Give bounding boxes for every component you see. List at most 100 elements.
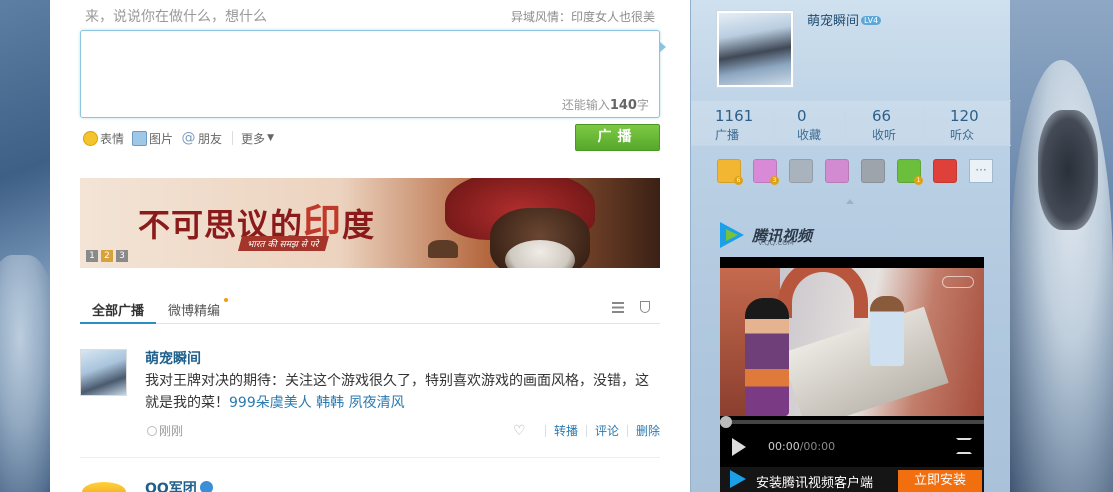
background-right [1010, 0, 1113, 492]
app-game-icon[interactable]: 6 [717, 159, 743, 185]
banner-page-2[interactable]: 2 [101, 250, 113, 262]
video-woman [745, 298, 789, 416]
counter-suffix: 字 [636, 98, 649, 112]
friend-label: 朋友 [198, 131, 223, 146]
action-divider [544, 424, 546, 437]
level-badge[interactable]: LV4 [861, 16, 882, 25]
tencent-video-logo[interactable]: 腾讯视频 V.QQ.COM [718, 221, 812, 249]
post-meta: 刚刚 ♡ 转播 评论 删除 [145, 422, 660, 440]
trending-topic-link[interactable]: 异域风情：印度女人也很美 [511, 8, 655, 25]
app-star-icon[interactable] [933, 159, 957, 183]
stat-broadcasts[interactable]: 1161 广播 [715, 107, 775, 143]
profile-stats: 1161 广播 0 收藏 66 收听 120 听众 [691, 100, 1011, 146]
profile-sidebar: 萌宠瞬间 LV4 1161 广播 0 收藏 66 收听 120 听众 6 3 1 ···… [690, 0, 1011, 492]
emoji-button[interactable]: 表情 [83, 130, 124, 147]
stat-divider [845, 109, 846, 139]
app-music-icon[interactable] [861, 159, 885, 183]
image-label: 图片 [149, 131, 174, 146]
app-chat-icon[interactable]: 1 [897, 159, 923, 185]
compose-header: 来，说说你在做什么，想什么 异域风情：印度女人也很美 [85, 6, 660, 26]
avatar[interactable] [82, 482, 126, 492]
seek-handle[interactable] [720, 416, 732, 428]
stat-label: 广播 [715, 128, 740, 142]
promo-banner[interactable]: 不可思议的印度 भारत की समझ से परे 1 2 3 [80, 178, 660, 268]
filter-icon[interactable] [640, 301, 650, 313]
app-mail-icon[interactable]: 3 [753, 159, 779, 185]
list-view-icon[interactable] [612, 302, 624, 313]
stat-divider [924, 109, 925, 139]
comment-button[interactable]: 评论 [595, 422, 619, 439]
time-current: 00:00 [768, 440, 800, 453]
banner-title-part: 度 [342, 206, 376, 244]
avatar[interactable] [80, 349, 127, 396]
video-player[interactable]: 00:00/00:00 安装腾讯视频客户端 立即安装 [720, 257, 984, 492]
video-frame[interactable] [720, 268, 984, 416]
heart-icon[interactable]: ♡ [513, 424, 527, 438]
counter-prefix: 还能输入 [561, 98, 610, 112]
install-now-button[interactable]: 立即安装 [898, 470, 982, 492]
emoji-label: 表情 [100, 131, 125, 146]
stat-number: 0 [797, 107, 807, 125]
tencent-video-url: V.QQ.COM [758, 239, 794, 247]
play-icon[interactable] [732, 438, 746, 456]
stat-number: 1161 [715, 107, 754, 125]
mention-friend-button[interactable]: @ 朋友 [181, 129, 223, 147]
compose-toolbar: 表情 图片 @ 朋友 更多 ▼ [83, 129, 282, 147]
stat-favorites[interactable]: 0 收藏 [797, 107, 857, 143]
broadcast-button[interactable]: 广播 [575, 124, 660, 151]
counter-value: 140 [609, 98, 637, 113]
fullscreen-icon[interactable] [956, 438, 972, 454]
video-man [870, 296, 904, 366]
app-badge: 3 [770, 176, 779, 185]
chevron-down-icon: ▼ [267, 133, 274, 143]
seek-bar[interactable] [720, 416, 984, 428]
stat-number: 66 [872, 107, 892, 125]
tab-all-broadcasts[interactable]: 全部广播 [80, 300, 156, 324]
background-mask [1038, 110, 1098, 230]
post-time-label: 刚刚 [159, 424, 184, 438]
more-button[interactable]: 更多 ▼ [241, 130, 274, 147]
smile-icon [83, 130, 98, 146]
post-time[interactable]: 刚刚 [147, 422, 183, 439]
background-left [0, 0, 60, 492]
feed-column: 来，说说你在做什么，想什么 异域风情：印度女人也很美 还能输入140字 表情 图… [50, 0, 690, 492]
video-watermark [942, 276, 974, 288]
video-time: 00:00/00:00 [768, 440, 835, 453]
feed-post: QQ军团 [80, 470, 660, 492]
post-author[interactable]: QQ军团 [145, 478, 213, 492]
stat-followers[interactable]: 120 听众 [950, 107, 1010, 143]
app-shortcuts: 6 3 1 ··· [717, 159, 993, 185]
image-button[interactable]: 图片 [132, 130, 173, 147]
elephant-icon [428, 240, 458, 258]
delete-button[interactable]: 删除 [636, 422, 660, 439]
banner-pagination: 1 2 3 [86, 250, 128, 262]
clock-icon [147, 425, 157, 436]
image-icon [132, 130, 148, 146]
toolbar-divider [232, 131, 234, 145]
post-mentions[interactable]: 999朵虞美人 韩韩 夙夜清风 [229, 395, 405, 411]
install-bar: 安装腾讯视频客户端 立即安装 [720, 467, 984, 492]
collapse-caret-icon[interactable] [846, 199, 854, 204]
banner-page-3[interactable]: 3 [116, 250, 128, 262]
install-text: 安装腾讯视频客户端 [756, 476, 874, 491]
compose-textarea[interactable]: 还能输入140字 [80, 30, 666, 118]
app-gift-icon[interactable] [825, 159, 849, 183]
post-actions: ♡ 转播 评论 删除 [513, 422, 660, 439]
app-badge: 1 [914, 176, 923, 185]
stat-number: 120 [950, 107, 979, 125]
video-cloth [781, 306, 949, 416]
at-icon: @ [181, 129, 196, 146]
app-search-icon[interactable] [789, 159, 813, 183]
profile-name[interactable]: 萌宠瞬间 LV4 [807, 10, 882, 29]
new-dot-icon [224, 298, 229, 302]
banner-page-1[interactable]: 1 [86, 250, 98, 262]
more-label: 更多 [241, 131, 266, 146]
avatar[interactable] [716, 10, 794, 88]
repost-button[interactable]: 转播 [554, 422, 578, 439]
stat-label: 收听 [872, 128, 897, 142]
more-apps-button[interactable]: ··· [969, 159, 993, 183]
action-divider [585, 424, 587, 437]
post-author[interactable]: 萌宠瞬间 [145, 348, 201, 368]
tab-featured[interactable]: 微博精编 [168, 298, 229, 319]
stat-following[interactable]: 66 收听 [872, 107, 932, 143]
